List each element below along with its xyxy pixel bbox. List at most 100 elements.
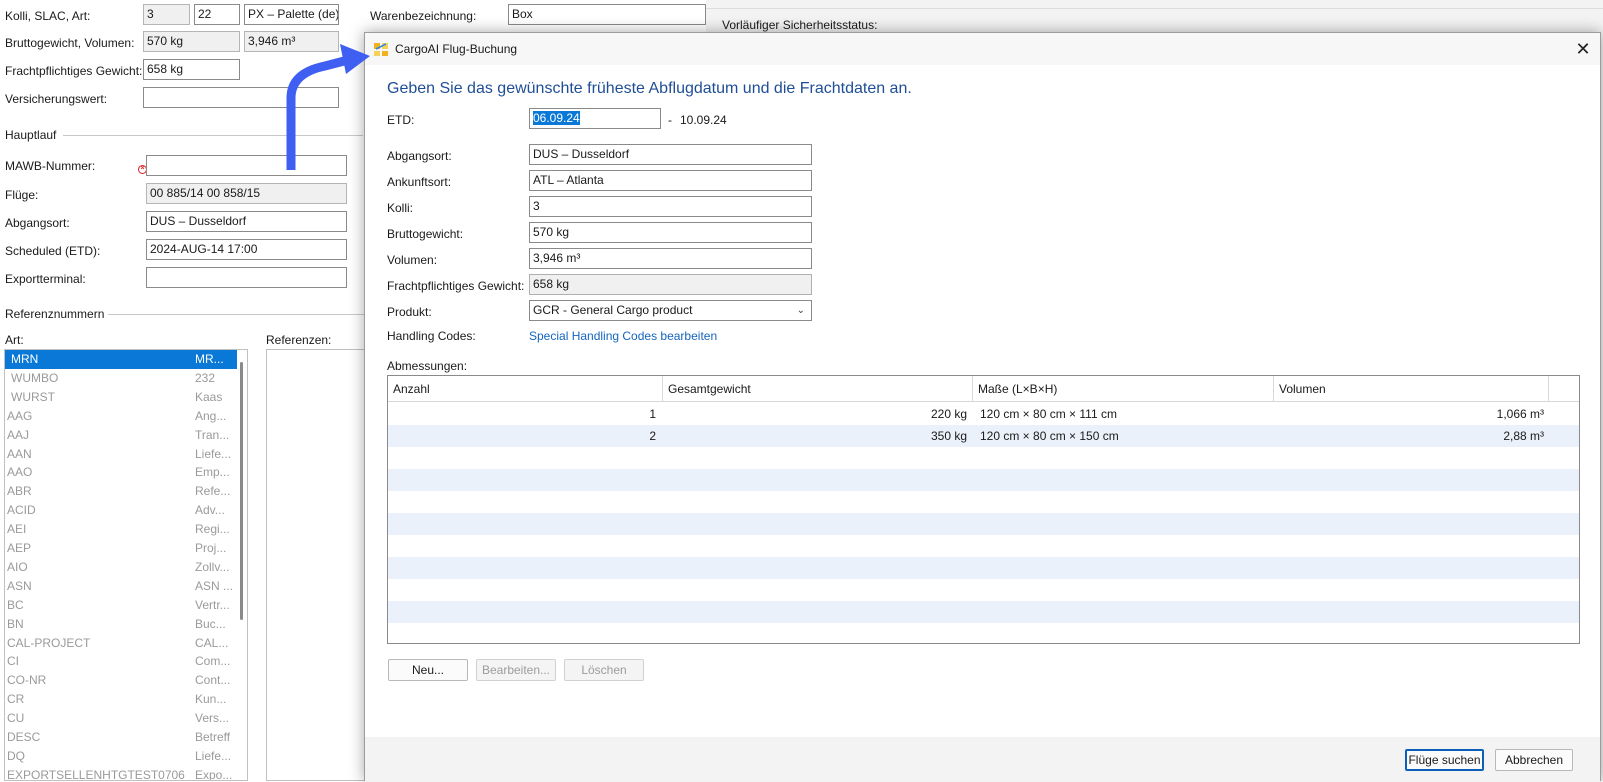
list-item-description: Emp...	[195, 465, 230, 480]
scheduled-field[interactable]: 2024-AUG-14 17:00	[146, 239, 347, 260]
list-item[interactable]: AAN Liefe...	[5, 445, 237, 464]
list-item[interactable]: CU Vers...	[5, 709, 237, 728]
list-item[interactable]: CR Kun...	[5, 690, 237, 709]
loeschen-button[interactable]: Löschen	[564, 659, 644, 681]
volumen-field[interactable]: 3,946 m³	[529, 248, 812, 269]
produkt-selected-value: GCR - General Cargo product	[533, 303, 693, 317]
references-box[interactable]	[266, 349, 366, 781]
list-item-description: Liefe...	[195, 446, 232, 461]
right-panel-divider	[706, 8, 1603, 9]
abgangsort-label: Abgangsort:	[387, 149, 452, 163]
neu-button[interactable]: Neu...	[388, 659, 468, 681]
list-item-code: AAN	[7, 446, 32, 461]
exportterminal-field[interactable]	[146, 267, 347, 288]
list-item-description: Tran...	[195, 427, 230, 442]
header-gesamtgewicht[interactable]: Gesamtgewicht	[663, 376, 973, 402]
list-item-description: Regi...	[195, 522, 230, 537]
list-item[interactable]: WURST Kaas	[5, 388, 237, 407]
list-item-code: AAG	[7, 408, 33, 423]
list-item-description: Vers...	[195, 711, 230, 726]
list-item-description: Buc...	[195, 616, 226, 631]
fluege-suchen-button[interactable]: Flüge suchen	[1405, 749, 1484, 771]
list-item-code: CAL-PROJECT	[7, 635, 91, 650]
bearbeiten-button[interactable]: Bearbeiten...	[476, 659, 556, 681]
header-volumen[interactable]: Volumen	[1274, 376, 1549, 402]
list-item[interactable]: ASN ASN ...	[5, 577, 237, 596]
list-item[interactable]: AAO Emp...	[5, 463, 237, 482]
hauptlauf-section-title: Hauptlauf	[5, 128, 57, 142]
cell-gewicht: 350 kg	[930, 429, 967, 443]
header-masse[interactable]: Maße (L×B×H)	[973, 376, 1274, 402]
list-item[interactable]: AIO Zollv...	[5, 558, 237, 577]
fracht-field[interactable]: 658 kg	[143, 59, 240, 80]
dimensions-table[interactable]: Anzahl Gesamtgewicht Maße (L×B×H) Volume…	[387, 375, 1580, 644]
list-item[interactable]: BN Buc...	[5, 615, 237, 634]
produkt-select[interactable]: GCR - General Cargo product ⌄	[529, 300, 812, 321]
abgangsort-field[interactable]: DUS – Dusseldorf	[529, 144, 812, 165]
list-item[interactable]: ACID Adv...	[5, 501, 237, 520]
list-item[interactable]: ABR Refe...	[5, 482, 237, 501]
etd-from-field[interactable]: 06.09.24	[529, 108, 661, 129]
list-item-description: Vertr...	[195, 597, 230, 612]
abgangsort-field[interactable]: DUS – Dusseldorf	[146, 211, 347, 232]
list-item-description: Ang...	[195, 408, 227, 423]
list-item[interactable]: EXPORTSELLENHTGTEST0706 Expo...	[5, 766, 237, 781]
ankunftsort-field[interactable]: ATL – Atlanta	[529, 170, 812, 191]
fluege-label: Flüge:	[5, 188, 39, 202]
list-item[interactable]: MRN MR...	[5, 350, 237, 369]
list-item[interactable]: WUMBO 232	[5, 369, 237, 388]
list-scrollbar[interactable]	[240, 362, 243, 620]
dialog-titlebar: CargoAI Flug-Buchung ✕	[365, 33, 1600, 65]
table-row[interactable]: 2 350 kg 120 cm × 80 cm × 150 cm 2,88 m³	[388, 425, 1579, 447]
list-item-code: ACID	[7, 503, 36, 518]
list-item[interactable]: CAL-PROJECT CAL...	[5, 634, 237, 653]
kolli-field[interactable]: 3	[529, 196, 812, 217]
sicherheit-label: Vorläufiger Sicherheitsstatus:	[722, 18, 878, 32]
art-field[interactable]: PX – Palette (de)	[244, 4, 339, 25]
list-item-code: EXPORTSELLENHTGTEST0706	[7, 767, 185, 781]
handling-codes-link[interactable]: Special Handling Codes bearbeiten	[529, 329, 717, 343]
brutto-label: Bruttogewicht, Volumen:	[5, 36, 135, 50]
list-item-code: WUMBO	[11, 370, 59, 385]
list-item-description: ASN ...	[195, 578, 234, 593]
list-item[interactable]: CI Com...	[5, 652, 237, 671]
produkt-label: Produkt:	[387, 305, 432, 319]
list-item[interactable]: DESC Betreff	[5, 728, 237, 747]
fluege-field[interactable]: 00 885/14 00 858/15	[146, 183, 347, 204]
list-item-description: MR...	[195, 352, 224, 366]
list-item-code: DESC	[7, 730, 41, 744]
list-item[interactable]: AEI Regi...	[5, 520, 237, 539]
abmessungen-label: Abmessungen:	[387, 359, 468, 373]
cargoai-dialog: CargoAI Flug-Buchung ✕ Geben Sie das gew…	[364, 32, 1601, 782]
list-item[interactable]: CO-NR Cont...	[5, 671, 237, 690]
list-item[interactable]: DQ Liefe...	[5, 747, 237, 766]
list-item-code: WURST	[11, 389, 55, 404]
empty-row	[388, 513, 1579, 535]
etd-separator: -	[668, 113, 672, 127]
volumen-label: Volumen:	[387, 253, 438, 267]
ankunftsort-label: Ankunftsort:	[387, 175, 452, 189]
dialog-heading: Geben Sie das gewünschte früheste Abflug…	[387, 80, 912, 97]
cell-volumen: 2,88 m³	[1503, 429, 1544, 443]
list-item[interactable]: BC Vertr...	[5, 596, 237, 615]
etd-to-value: 10.09.24	[680, 113, 727, 127]
slac-field[interactable]: 22	[194, 4, 240, 25]
art-column-label: Art:	[5, 333, 24, 347]
close-icon[interactable]: ✕	[1570, 37, 1596, 61]
list-item-description: Betreff	[195, 730, 231, 744]
abbrechen-button[interactable]: Abbrechen	[1495, 749, 1573, 771]
reference-type-list[interactable]: MRN MR... WUMBO 232 WURST Kaas AAG Ang... AAJ Tra…	[4, 349, 248, 781]
list-item[interactable]: AAG Ang...	[5, 407, 237, 426]
waren-field[interactable]: Box	[508, 4, 706, 25]
brutto-field[interactable]: 570 kg	[529, 222, 812, 243]
cell-gewicht: 220 kg	[930, 407, 967, 421]
header-anzahl[interactable]: Anzahl	[388, 376, 663, 402]
list-item-description: Com...	[195, 654, 231, 669]
brutto-field[interactable]: 570 kg	[143, 31, 240, 52]
list-item-code: CU	[7, 711, 25, 726]
list-item-code: BC	[7, 597, 24, 612]
list-item[interactable]: AEP Proj...	[5, 539, 237, 558]
kolli-field[interactable]: 3	[143, 4, 190, 25]
table-row[interactable]: 1 220 kg 120 cm × 80 cm × 111 cm 1,066 m…	[388, 403, 1579, 425]
list-item[interactable]: AAJ Tran...	[5, 426, 237, 445]
